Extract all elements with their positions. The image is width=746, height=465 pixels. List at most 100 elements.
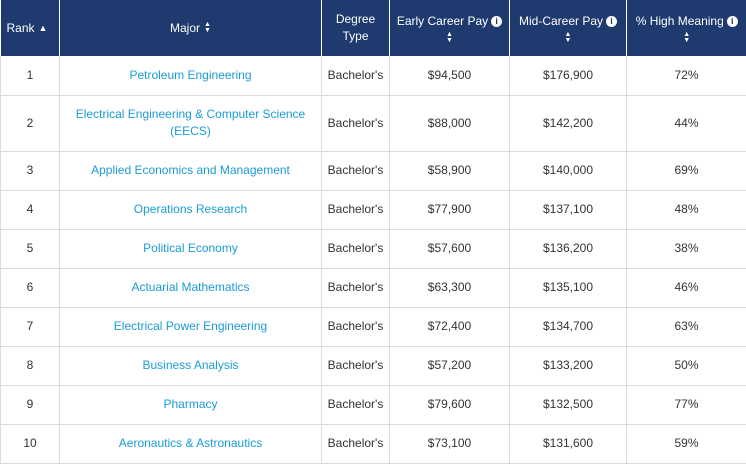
- high-meaning-cell: 69%: [626, 151, 746, 191]
- early-pay-cell: $58,900: [389, 151, 510, 191]
- mid-pay-cell: $176,900: [509, 56, 627, 96]
- mid-pay-cell: $137,100: [509, 190, 627, 230]
- sort-down-arrow-icon: ▼: [683, 36, 691, 44]
- high-meaning-cell: 59%: [626, 424, 746, 464]
- table-row: 8 Business Analysis Bachelor's $57,200 $…: [0, 346, 746, 386]
- major-link[interactable]: Actuarial Mathematics: [131, 280, 249, 294]
- mid-pay-cell: $134,700: [509, 307, 627, 347]
- major-column-header[interactable]: Major ▲ ▼: [59, 0, 322, 56]
- major-cell: Operations Research: [59, 190, 322, 230]
- info-icon[interactable]: i: [726, 15, 738, 27]
- degree-cell: Bachelor's: [321, 424, 390, 464]
- degree-cell: Bachelor's: [321, 151, 390, 191]
- degree-cell: Bachelor's: [321, 190, 390, 230]
- high-meaning-cell: 46%: [626, 268, 746, 308]
- degree-cell: Bachelor's: [321, 307, 390, 347]
- rank-cell: 1: [0, 56, 60, 96]
- table-row: 9 Pharmacy Bachelor's $79,600 $132,500 7…: [0, 385, 746, 425]
- early-career-pay-column-header[interactable]: Early Career Pay i ▲ ▼: [389, 0, 510, 56]
- major-link[interactable]: Operations Research: [134, 202, 247, 216]
- degree-cell: Bachelor's: [321, 346, 390, 386]
- major-cell: Business Analysis: [59, 346, 322, 386]
- major-link[interactable]: Electrical Power Engineering: [114, 319, 267, 333]
- degree-type-column-header: Degree Type: [321, 0, 390, 56]
- rank-cell: 9: [0, 385, 60, 425]
- early-pay-cell: $57,600: [389, 229, 510, 269]
- major-link-line2: (EECS): [170, 124, 211, 138]
- sort-ascending-icon[interactable]: ▲: [39, 23, 48, 33]
- table-row: 6 Actuarial Mathematics Bachelor's $63,3…: [0, 268, 746, 308]
- high-meaning-cell: 77%: [626, 385, 746, 425]
- early-pay-cell: $94,500: [389, 56, 510, 96]
- major-link[interactable]: Aeronautics & Astronautics: [119, 436, 262, 450]
- header-row: Rank ▲ Major ▲ ▼ Degree Type Early Career P…: [0, 0, 746, 56]
- early-header-label: Early Career Pay: [396, 13, 489, 28]
- sort-down-arrow-icon: ▼: [204, 27, 211, 35]
- high-meaning-cell: 38%: [626, 229, 746, 269]
- major-cell: Electrical Power Engineering: [59, 307, 322, 347]
- mid-pay-cell: $131,600: [509, 424, 627, 464]
- major-cell: Pharmacy: [59, 385, 322, 425]
- sort-both-icon[interactable]: ▲ ▼: [514, 31, 622, 44]
- rank-header-label: Rank: [6, 20, 35, 35]
- table-row: 7 Electrical Power Engineering Bachelor'…: [0, 307, 746, 347]
- major-cell: Actuarial Mathematics: [59, 268, 322, 308]
- early-pay-cell: $77,900: [389, 190, 510, 230]
- degree-cell: Bachelor's: [321, 56, 390, 96]
- high-meaning-cell: 50%: [626, 346, 746, 386]
- high-meaning-cell: 44%: [626, 95, 746, 152]
- mid-pay-cell: $142,200: [509, 95, 627, 152]
- major-link[interactable]: Business Analysis: [142, 358, 238, 372]
- early-pay-cell: $63,300: [389, 268, 510, 308]
- high-meaning-cell: 63%: [626, 307, 746, 347]
- mid-header-label: Mid-Career Pay: [518, 13, 604, 28]
- table-row: 4 Operations Research Bachelor's $77,900…: [0, 190, 746, 230]
- mid-pay-cell: $135,100: [509, 268, 627, 308]
- major-link-line1: Electrical Engineering & Computer Scienc…: [75, 107, 306, 121]
- rank-cell: 8: [0, 346, 60, 386]
- major-cell: Petroleum Engineering: [59, 56, 322, 96]
- rank-cell: 5: [0, 229, 60, 269]
- major-cell: Aeronautics & Astronautics: [59, 424, 322, 464]
- sort-down-arrow-icon: ▼: [564, 36, 572, 44]
- degree-cell: Bachelor's: [321, 268, 390, 308]
- mid-pay-cell: $132,500: [509, 385, 627, 425]
- sort-both-icon[interactable]: ▲ ▼: [394, 31, 505, 44]
- rank-cell: 7: [0, 307, 60, 347]
- mid-pay-cell: $136,200: [509, 229, 627, 269]
- rank-column-header[interactable]: Rank ▲: [0, 0, 60, 56]
- degree-cell: Bachelor's: [321, 95, 390, 152]
- mid-pay-cell: $133,200: [509, 346, 627, 386]
- major-cell: Political Economy: [59, 229, 322, 269]
- major-link[interactable]: Pharmacy: [163, 397, 217, 411]
- info-icon[interactable]: i: [606, 15, 618, 27]
- early-pay-cell: $79,600: [389, 385, 510, 425]
- major-cell: Applied Economics and Management: [59, 151, 322, 191]
- sort-both-icon[interactable]: ▲ ▼: [204, 21, 211, 35]
- rank-cell: 10: [0, 424, 60, 464]
- major-link[interactable]: Political Economy: [143, 241, 238, 255]
- mid-career-pay-column-header[interactable]: Mid-Career Pay i ▲ ▼: [509, 0, 627, 56]
- major-link[interactable]: Petroleum Engineering: [129, 68, 251, 82]
- table-row: 1 Petroleum Engineering Bachelor's $94,5…: [0, 56, 746, 96]
- early-pay-cell: $88,000: [389, 95, 510, 152]
- table-body: 1 Petroleum Engineering Bachelor's $94,5…: [0, 56, 746, 464]
- table-row: 5 Political Economy Bachelor's $57,600 $…: [0, 229, 746, 269]
- major-cell: Electrical Engineering & Computer Scienc…: [59, 95, 322, 152]
- table-row: 3 Applied Economics and Management Bache…: [0, 151, 746, 191]
- major-link[interactable]: Electrical Engineering & Computer Scienc…: [64, 106, 317, 140]
- info-icon[interactable]: i: [491, 15, 503, 27]
- rank-cell: 3: [0, 151, 60, 191]
- high-meaning-cell: 72%: [626, 56, 746, 96]
- meaning-header-label: % High Meaning: [635, 13, 724, 28]
- degree-header-label-line2: Type: [342, 29, 369, 43]
- major-header-label: Major: [170, 20, 201, 35]
- sort-both-icon[interactable]: ▲ ▼: [631, 31, 743, 44]
- major-link[interactable]: Applied Economics and Management: [91, 163, 290, 177]
- high-meaning-cell: 48%: [626, 190, 746, 230]
- early-pay-cell: $73,100: [389, 424, 510, 464]
- table-header: Rank ▲ Major ▲ ▼ Degree Type Early Career P…: [0, 0, 746, 56]
- sort-down-arrow-icon: ▼: [446, 36, 453, 44]
- rank-cell: 6: [0, 268, 60, 308]
- high-meaning-column-header[interactable]: % High Meaning i ▲ ▼: [626, 0, 746, 56]
